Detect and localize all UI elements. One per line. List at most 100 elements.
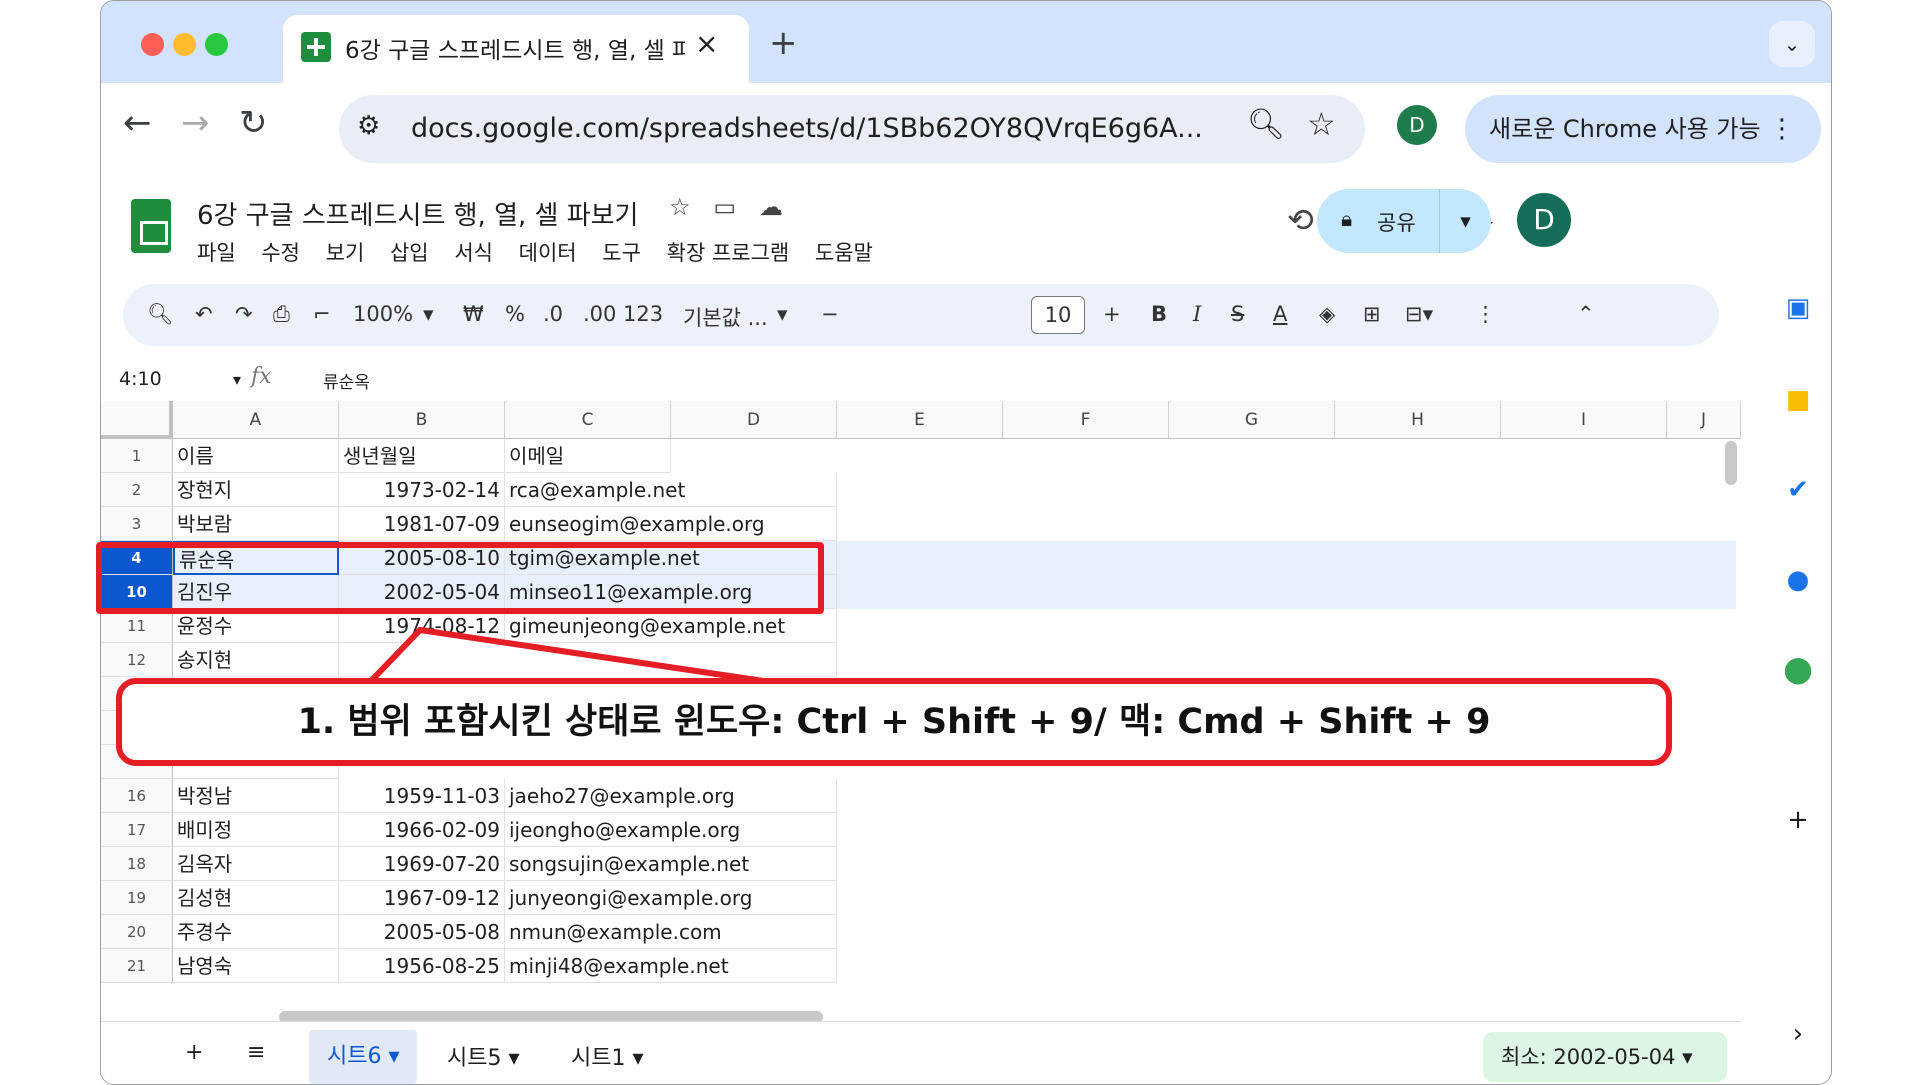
all-sheets-icon[interactable]: ≡	[247, 1040, 265, 1065]
cell[interactable]: rca@example.net	[505, 473, 837, 507]
collapse-toolbar-icon[interactable]: ⌃	[1577, 302, 1595, 326]
percent-format-button[interactable]: %	[505, 302, 525, 326]
new-tab-button[interactable]: +	[769, 23, 798, 63]
row-header[interactable]: 3	[101, 507, 173, 541]
cell[interactable]: 박정남	[173, 779, 339, 813]
column-header[interactable]: I	[1501, 401, 1667, 439]
maximize-window-button[interactable]	[205, 33, 228, 56]
merge-cells-icon[interactable]: ⊟▾	[1405, 302, 1433, 326]
cell[interactable]: 김옥자	[173, 847, 339, 881]
column-header[interactable]: J	[1667, 401, 1741, 439]
name-box[interactable]: 4:10	[119, 368, 162, 390]
cell[interactable]: 윤정수	[173, 609, 339, 643]
currency-format-button[interactable]: ₩	[463, 302, 484, 326]
name-box-dropdown-icon[interactable]: ▾	[233, 370, 241, 389]
share-button[interactable]: 🔒︎ 공유 ▾	[1317, 189, 1491, 253]
font-size-input[interactable]: 10	[1031, 296, 1085, 334]
cell[interactable]: 남영숙	[173, 949, 339, 983]
strikethrough-button[interactable]: S	[1231, 302, 1244, 326]
vertical-scrollbar[interactable]	[1725, 441, 1737, 485]
cell[interactable]: minji48@example.net	[505, 949, 837, 983]
cell[interactable]: 배미정	[173, 813, 339, 847]
address-bar[interactable]: ⚙ docs.google.com/spreadsheets/d/1SBb62O…	[339, 95, 1365, 163]
sheet-tab[interactable]: 시트1 ▾	[571, 1040, 644, 1072]
cell[interactable]: 1981-07-09	[339, 507, 505, 541]
tasks-icon[interactable]: ✔	[1781, 473, 1815, 507]
star-icon[interactable]: ☆	[669, 193, 691, 221]
cell[interactable]: songsujin@example.net	[505, 847, 837, 881]
cell[interactable]: 이름	[173, 439, 339, 473]
search-menus-icon[interactable]: 🔍︎	[147, 302, 174, 327]
cloud-status-icon[interactable]: ☁	[759, 193, 783, 221]
add-addon-icon[interactable]: +	[1781, 803, 1815, 837]
menu-item[interactable]: 도움말	[815, 241, 873, 265]
cell[interactable]: 장현지	[173, 473, 339, 507]
undo-icon[interactable]: ↶	[195, 302, 213, 326]
italic-button[interactable]: I	[1193, 302, 1201, 326]
more-vert-icon[interactable]: ⋮	[1769, 95, 1795, 163]
cell[interactable]: 박보람	[173, 507, 339, 541]
column-header[interactable]: F	[1003, 401, 1169, 439]
profile-avatar[interactable]: D	[1397, 105, 1437, 145]
cell[interactable]	[505, 643, 837, 677]
tab-search-button[interactable]: ⌄	[1769, 21, 1815, 67]
column-header[interactable]: B	[339, 401, 505, 439]
cell[interactable]: 이메일	[505, 439, 671, 473]
font-dropdown-icon[interactable]: ▾	[777, 302, 788, 326]
status-summary-button[interactable]: 최소: 2002-05-04 ▾	[1483, 1032, 1727, 1082]
decrease-font-size-icon[interactable]: −	[821, 302, 839, 326]
cell[interactable]: 생년월일	[339, 439, 505, 473]
account-avatar[interactable]: D	[1517, 193, 1571, 247]
cell[interactable]: 1973-02-14	[339, 473, 505, 507]
cell[interactable]: ijeongho@example.org	[505, 813, 837, 847]
zoom-dropdown-icon[interactable]: ▾	[423, 302, 434, 326]
tab-close-icon[interactable]: ×	[695, 27, 718, 60]
row-header[interactable]: 16	[101, 779, 173, 813]
bold-button[interactable]: B	[1151, 302, 1167, 326]
row-header[interactable]: 18	[101, 847, 173, 881]
more-tools-icon[interactable]: ⋮	[1475, 302, 1496, 326]
menu-item[interactable]: 보기	[326, 241, 365, 265]
more-formats-button[interactable]: 123	[623, 302, 663, 326]
reload-icon[interactable]: ↻	[239, 103, 268, 143]
cell[interactable]: 2005-05-08	[339, 915, 505, 949]
contacts-icon[interactable]: ●	[1781, 563, 1815, 597]
add-sheet-button[interactable]: +	[185, 1040, 203, 1065]
cell[interactable]: 1969-07-20	[339, 847, 505, 881]
cell[interactable]: gimeunjeong@example.net	[505, 609, 837, 643]
cell[interactable]: junyeongi@example.org	[505, 881, 837, 915]
redo-icon[interactable]: ↷	[235, 302, 253, 326]
borders-icon[interactable]: ⊞	[1363, 302, 1381, 326]
menu-item[interactable]: 도구	[602, 241, 641, 265]
column-header[interactable]: E	[837, 401, 1003, 439]
cell[interactable]	[339, 643, 505, 677]
increase-font-size-icon[interactable]: +	[1103, 302, 1121, 326]
cell[interactable]: 1967-09-12	[339, 881, 505, 915]
row-header[interactable]: 1	[101, 439, 173, 473]
increase-decimal-button[interactable]: .00	[583, 302, 616, 326]
back-icon[interactable]: ←	[123, 103, 152, 143]
menu-item[interactable]: 파일	[197, 241, 236, 265]
menu-item[interactable]: 데이터	[519, 241, 577, 265]
print-icon[interactable]: ⎙	[273, 302, 290, 327]
column-header[interactable]: H	[1335, 401, 1501, 439]
menu-item[interactable]: 서식	[454, 241, 493, 265]
sheet-tab[interactable]: 시트5 ▾	[447, 1040, 520, 1072]
column-header[interactable]: C	[505, 401, 671, 439]
cell[interactable]: 김성현	[173, 881, 339, 915]
column-header[interactable]: A	[173, 401, 339, 439]
row-header[interactable]: 19	[101, 881, 173, 915]
sheets-logo-icon[interactable]	[131, 199, 171, 253]
menu-item[interactable]: 삽입	[390, 241, 429, 265]
column-header[interactable]: G	[1169, 401, 1335, 439]
zoom-select[interactable]: 100%	[353, 302, 413, 326]
font-select[interactable]: 기본값 ...	[683, 302, 768, 332]
browser-tab[interactable]: 6강 구글 스프레드시트 행, 열, 셀 파 ×	[283, 15, 749, 83]
bookmark-star-icon[interactable]: ☆	[1307, 105, 1336, 143]
site-info-icon[interactable]: ⚙	[357, 111, 380, 141]
row-header[interactable]: 21	[101, 949, 173, 983]
cell[interactable]: eunseogim@example.org	[505, 507, 837, 541]
column-header[interactable]: D	[671, 401, 837, 439]
sheet-tab-active[interactable]: 시트6 ▾	[309, 1030, 417, 1084]
select-all-corner[interactable]	[101, 401, 173, 439]
